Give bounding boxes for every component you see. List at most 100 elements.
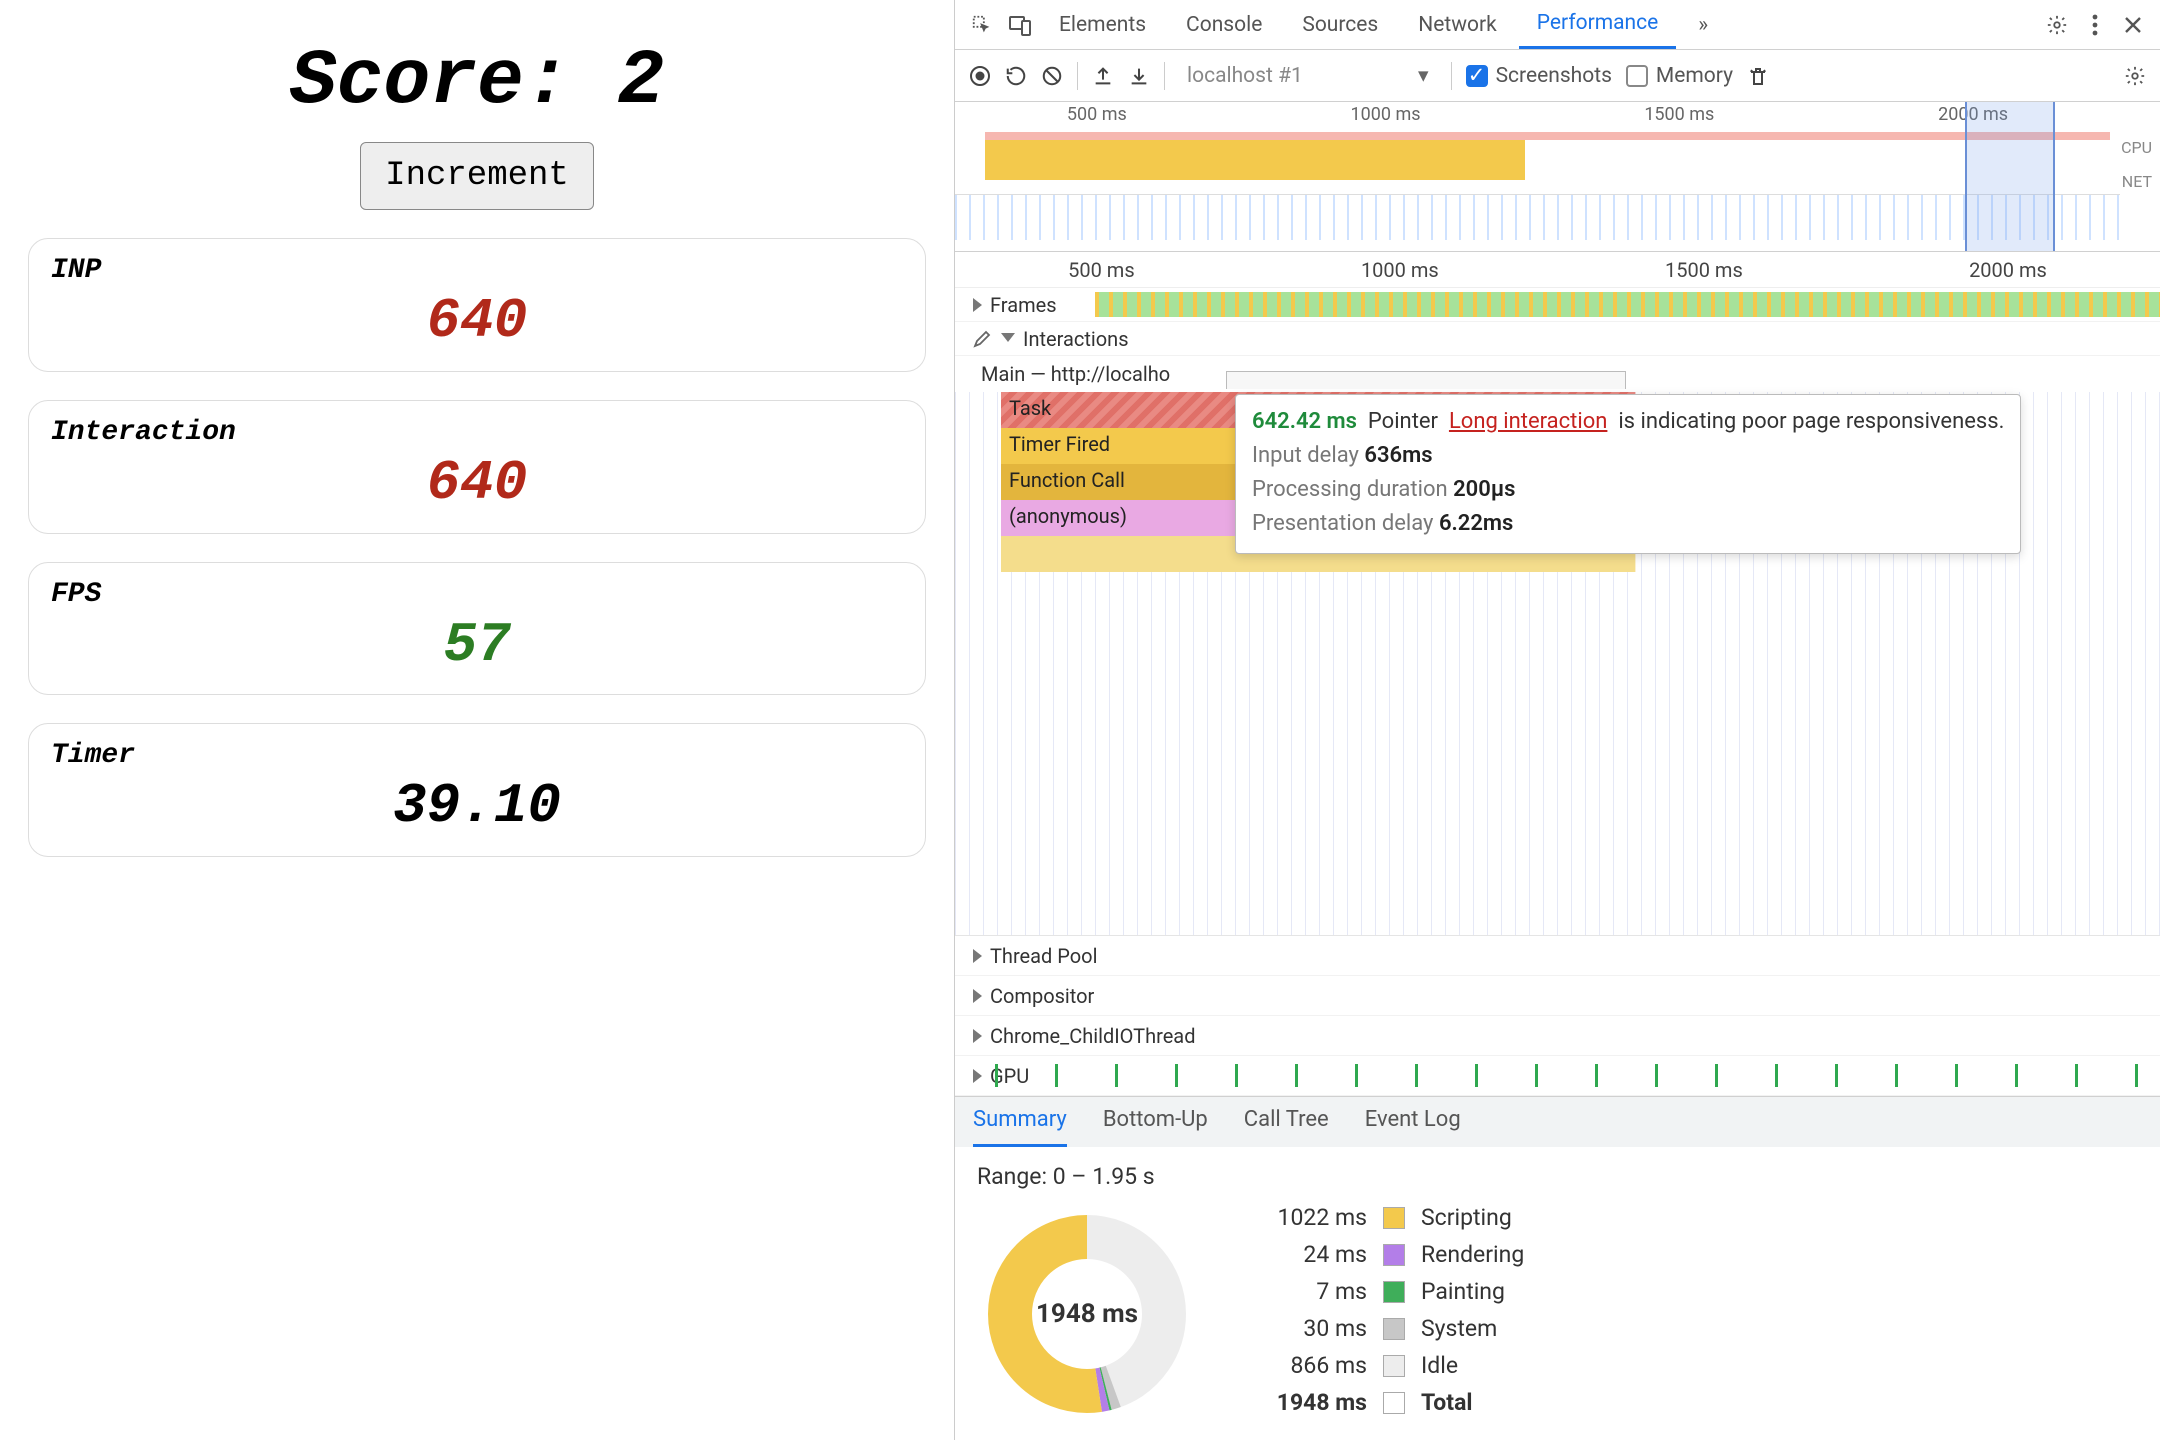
memory-checkbox[interactable]: Memory [1626, 64, 1733, 88]
metric-label: Interaction [51, 417, 903, 448]
flame-ruler[interactable]: 500 ms 1000 ms 1500 ms 2000 ms [955, 252, 2160, 288]
tooltip-notch [1226, 371, 1626, 389]
track-child-io[interactable]: Chrome_ChildIOThread [955, 1016, 2160, 1056]
record-icon[interactable] [969, 65, 991, 87]
screenshots-checkbox[interactable]: ✓ Screenshots [1466, 64, 1612, 88]
metric-value: 39.10 [51, 777, 903, 836]
score-heading: Score: 2 [28, 38, 926, 126]
inspect-icon[interactable] [965, 8, 999, 42]
summary-tab-call-tree[interactable]: Call Tree [1244, 1107, 1329, 1147]
gear-icon[interactable] [2040, 8, 2074, 42]
frames-bars [1095, 292, 2160, 317]
metric-value: 640 [51, 292, 903, 351]
expand-icon[interactable] [973, 298, 982, 312]
tooltip-row-label: Input delay [1252, 443, 1359, 468]
metric-card-fps: FPS 57 [28, 562, 926, 696]
download-icon[interactable] [1128, 65, 1150, 87]
swatch-icon [1383, 1355, 1405, 1377]
tick-label: 500 ms [1067, 104, 1127, 125]
overview-cpu-label: CPU [2121, 138, 2152, 157]
tab-sources[interactable]: Sources [1284, 0, 1396, 49]
expand-icon[interactable] [973, 1069, 982, 1083]
swatch-icon [1383, 1318, 1405, 1340]
tab-more[interactable]: » [1680, 0, 1726, 49]
gc-icon[interactable] [1747, 64, 1769, 88]
swatch-icon [1383, 1207, 1405, 1229]
swatch-icon [1383, 1281, 1405, 1303]
swatch-icon [1383, 1244, 1405, 1266]
expand-icon[interactable] [973, 1029, 982, 1043]
tooltip-time: 642.42 ms [1252, 409, 1357, 434]
legend-ms: 1948 ms [1257, 1389, 1367, 1416]
screenshots-label: Screenshots [1496, 64, 1612, 88]
tooltip-row-value: 636ms [1364, 443, 1432, 468]
tick-label: 1000 ms [1351, 104, 1421, 125]
swatch-icon [1383, 1392, 1405, 1414]
legend-row-painting: 7 ms Painting [1257, 1278, 1524, 1305]
legend-ms: 866 ms [1257, 1352, 1367, 1379]
increment-button[interactable]: Increment [360, 142, 594, 210]
clear-icon[interactable] [1041, 65, 1063, 87]
overview-timeline[interactable]: 500 ms 1000 ms 1500 ms 2000 ms CPU NET [955, 102, 2160, 252]
legend-label: System [1421, 1315, 1497, 1342]
track-interactions[interactable]: Interactions [955, 322, 2160, 356]
expand-icon[interactable] [1001, 333, 1015, 342]
upload-icon[interactable] [1092, 65, 1114, 87]
track-gpu[interactable]: GPU [955, 1056, 2160, 1096]
profile-select-label: localhost #1 [1187, 64, 1303, 88]
expand-icon[interactable] [973, 989, 982, 1003]
overview-ticks: 500 ms 1000 ms 1500 ms 2000 ms [955, 104, 2120, 125]
track-label: Compositor [990, 984, 1094, 1008]
profile-select[interactable]: localhost #1 ▾ [1179, 59, 1437, 92]
tab-console[interactable]: Console [1168, 0, 1280, 49]
tab-elements[interactable]: Elements [1041, 0, 1164, 49]
summary-legend: 1022 ms Scripting 24 ms Rendering 7 ms P… [1257, 1204, 1524, 1416]
score-value: 2 [617, 38, 664, 126]
device-toggle-icon[interactable] [1003, 8, 1037, 42]
summary-tabs: Summary Bottom-Up Call Tree Event Log [955, 1096, 2160, 1147]
summary-tab-event-log[interactable]: Event Log [1365, 1107, 1461, 1147]
track-thread-pool[interactable]: Thread Pool [955, 936, 2160, 976]
interaction-tooltip: 642.42 ms Pointer Long interaction is in… [1235, 394, 2021, 554]
perf-settings-gear-icon[interactable] [2124, 65, 2146, 87]
minor-tracks: Thread Pool Compositor Chrome_ChildIOThr… [955, 936, 2160, 1096]
expand-icon[interactable] [973, 949, 982, 963]
track-label: Thread Pool [990, 944, 1097, 968]
track-main[interactable]: Main — http://localho Task Timer Fired F… [955, 356, 2160, 936]
track-label: Chrome_ChildIOThread [990, 1024, 1195, 1048]
overview-net-label: NET [2122, 172, 2152, 191]
track-frames[interactable]: Frames [955, 288, 2160, 322]
metric-label: FPS [51, 579, 903, 610]
reload-icon[interactable] [1005, 65, 1027, 87]
legend-row-rendering: 24 ms Rendering [1257, 1241, 1524, 1268]
legend-row-idle: 866 ms Idle [1257, 1352, 1524, 1379]
close-icon[interactable] [2116, 8, 2150, 42]
track-label: Main — http://localho [981, 362, 1170, 386]
overview-script-band [985, 140, 1525, 180]
legend-ms: 7 ms [1257, 1278, 1367, 1305]
tick-label: 1500 ms [1644, 104, 1714, 125]
legend-row-system: 30 ms System [1257, 1315, 1524, 1342]
tooltip-row-value: 6.22ms [1439, 511, 1513, 536]
legend-label: Rendering [1421, 1241, 1524, 1268]
summary-tab-summary[interactable]: Summary [973, 1107, 1067, 1147]
metric-label: INP [51, 255, 903, 286]
overview-net-band [955, 194, 2120, 240]
summary-range: Range: 0 – 1.95 s [977, 1163, 2138, 1190]
tick-label: 1500 ms [1665, 258, 1743, 282]
summary-tab-bottom-up[interactable]: Bottom-Up [1103, 1107, 1208, 1147]
tooltip-link[interactable]: Long interaction [1449, 409, 1607, 434]
tooltip-row-value: 200µs [1453, 477, 1515, 502]
metric-value: 640 [51, 454, 903, 513]
metric-card-inp: INP 640 [28, 238, 926, 372]
tab-network[interactable]: Network [1400, 0, 1515, 49]
track-label: Interactions [1023, 327, 1129, 351]
tooltip-row-label: Presentation delay [1252, 511, 1433, 536]
kebab-icon[interactable] [2078, 8, 2112, 42]
tick-label: 1000 ms [1361, 258, 1439, 282]
overview-selection[interactable] [1965, 102, 2055, 251]
track-compositor[interactable]: Compositor [955, 976, 2160, 1016]
tab-performance[interactable]: Performance [1519, 0, 1676, 49]
checkbox-icon [1626, 65, 1648, 87]
overview-cpu-band [985, 132, 2110, 140]
